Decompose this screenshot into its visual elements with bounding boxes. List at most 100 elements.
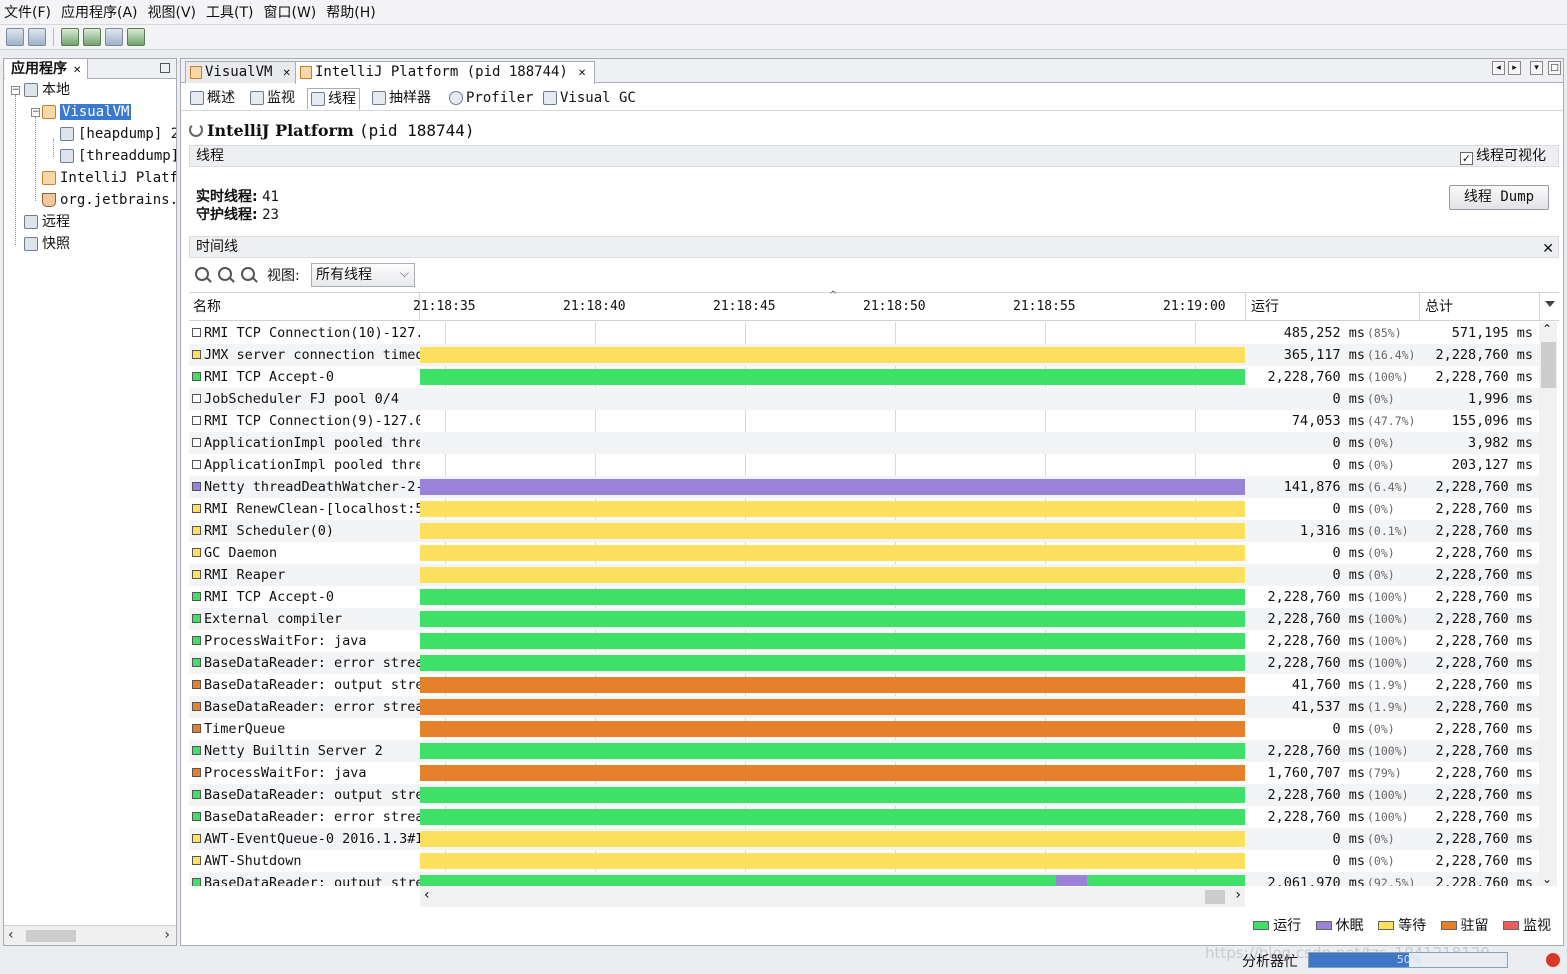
column-header-name[interactable]: 名称 — [189, 293, 221, 321]
scroll-tabs-left-icon[interactable]: ◂ — [1492, 61, 1505, 75]
table-row[interactable]: Netty Builtin Server 2 2,228,760 ms (100%)… — [189, 740, 1539, 762]
menu-file[interactable]: 文件(F) — [0, 2, 55, 22]
horizontal-scrollbar[interactable]: ‹ › — [4, 925, 176, 945]
tab-sampler[interactable]: 抽样器 — [369, 88, 434, 110]
save-icon[interactable] — [28, 28, 46, 46]
show-opened-documents-icon[interactable]: ▾ — [1530, 61, 1543, 75]
tree-node-jetbrains[interactable]: org.jetbrains.jps — [42, 190, 176, 210]
scrollbar-thumb[interactable] — [1205, 890, 1225, 904]
scrollbar-thumb[interactable] — [1541, 342, 1556, 388]
scroll-down-icon[interactable]: ⌄ — [1542, 872, 1552, 886]
add-application-snapshot-icon[interactable] — [127, 28, 145, 46]
scroll-right-icon[interactable]: › — [164, 927, 170, 943]
menu-tools[interactable]: 工具(T) — [202, 2, 257, 22]
table-row[interactable]: BaseDataReader: error stream 41,537 ms (1.… — [189, 696, 1539, 718]
tab-visualvm[interactable]: VisualVM ✕ — [185, 61, 300, 83]
table-row[interactable]: RMI Scheduler(0) 1,316 ms (0.1%) 2,228,760 … — [189, 520, 1539, 542]
menu-help[interactable]: 帮助(H) — [322, 2, 379, 22]
total-time: 2,228,760 ms — [1435, 721, 1533, 737]
scroll-left-icon[interactable]: ‹ — [8, 927, 14, 943]
table-row[interactable]: BaseDataReader: error stream 2,228,760 ms… — [189, 652, 1539, 674]
table-row[interactable]: RMI TCP Accept-0 2,228,760 ms (100%) 2,228,… — [189, 586, 1539, 608]
tree-node-snapshots[interactable]: 快照 — [24, 234, 70, 254]
expand-toggle[interactable]: − — [11, 86, 20, 95]
tree-node-heapdump[interactable]: [heapdump] 2 — [60, 124, 176, 144]
tab-overview[interactable]: 概述 — [187, 88, 238, 110]
table-row[interactable]: AWT-EventQueue-0 2016.1.3#IU 0 ms (0%) 2,22… — [189, 828, 1539, 850]
column-divider[interactable] — [1245, 293, 1246, 321]
table-row[interactable]: RMI Reaper 0 ms (0%) 2,228,760 ms — [189, 564, 1539, 586]
table-row[interactable]: RMI TCP Connection(9)-127.0.0.1 74,053 ms… — [189, 410, 1539, 432]
scrollbar-thumb[interactable] — [26, 930, 76, 942]
table-row[interactable]: ApplicationImpl pooled thread 0 ms (0%) 3,9… — [189, 432, 1539, 454]
table-row[interactable]: RMI TCP Accept-0 2,228,760 ms (100%) 2,228,… — [189, 366, 1539, 388]
thread-dump-button[interactable]: 线程 Dump — [1449, 185, 1549, 210]
close-icon[interactable]: ✕ — [578, 68, 586, 79]
table-row[interactable]: BaseDataReader: output stream 2,061,970 m… — [189, 872, 1539, 886]
table-row[interactable]: ProcessWaitFor: java 1,760,707 ms (79%) 2,2… — [189, 762, 1539, 784]
thread-name-cell: RMI TCP Accept-0 — [189, 586, 420, 608]
scroll-left-icon[interactable]: ‹ — [424, 887, 430, 903]
table-row[interactable]: RMI RenewClean-[localhost:5 0 ms (0%) 2,228… — [189, 498, 1539, 520]
tab-visual-gc[interactable]: Visual GC — [540, 88, 639, 110]
thread-visualization-checkbox[interactable]: ✓ 线程可视化 — [1460, 148, 1546, 165]
table-row[interactable]: JobScheduler FJ pool 0/4 0 ms (0%) 1,996 ms — [189, 388, 1539, 410]
column-menu-icon[interactable] — [1545, 301, 1555, 307]
table-row[interactable]: ProcessWaitFor: java 2,228,760 ms (100%) 2,… — [189, 630, 1539, 652]
tree-node-remote[interactable]: 远程 — [24, 212, 70, 232]
table-row[interactable]: JMX server connection timeout 365,117 ms(… — [189, 344, 1539, 366]
checkbox-checked-icon[interactable]: ✓ — [1460, 152, 1473, 165]
zoom-in-icon[interactable] — [195, 267, 209, 281]
open-snapshot-icon[interactable] — [6, 28, 24, 46]
scroll-tabs-right-icon[interactable]: ▸ — [1508, 61, 1521, 75]
menu-application[interactable]: 应用程序(A) — [57, 2, 142, 22]
tree-node-visualvm[interactable]: VisualVM — [42, 102, 132, 122]
thread-state-bar — [420, 633, 1245, 649]
running-time: 0 ms — [1332, 853, 1365, 869]
tab-intellij[interactable]: IntelliJ Platform (pid 188744) ✕ — [295, 61, 596, 84]
close-icon[interactable]: ✕ — [1542, 239, 1554, 259]
table-row[interactable]: BaseDataReader: output stream 41,760 ms (1… — [189, 674, 1539, 696]
running-percent: (0%) — [1367, 568, 1395, 582]
table-row[interactable]: GC Daemon 0 ms (0%) 2,228,760 ms — [189, 542, 1539, 564]
add-jmx-connection-icon[interactable] — [61, 28, 79, 46]
table-row[interactable]: ApplicationImpl pooled thread 0 ms (0%) 203… — [189, 454, 1539, 476]
timeline-horizontal-scrollbar[interactable]: ‹ › — [420, 887, 1245, 907]
menu-view[interactable]: 视图(V) — [144, 2, 201, 22]
stop-icon[interactable] — [1546, 953, 1560, 967]
table-row[interactable]: TimerQueue 0 ms (0%) 2,228,760 ms — [189, 718, 1539, 740]
table-row[interactable]: RMI TCP Connection(10)-127.0.0.1 485,252 … — [189, 322, 1539, 344]
close-icon[interactable]: ✕ — [282, 68, 290, 79]
view-select[interactable]: 所有线程 — [311, 262, 415, 287]
table-row[interactable]: External compiler 2,228,760 ms (100%) 2,228… — [189, 608, 1539, 630]
column-header-total[interactable]: 总计 — [1421, 293, 1453, 321]
applications-tab[interactable]: 应用程序 ✕ — [5, 59, 89, 79]
tree-node-threaddump[interactable]: [threaddump] — [60, 146, 176, 166]
add-remote-host-icon[interactable] — [83, 28, 101, 46]
tree-node-local[interactable]: 本地 — [24, 80, 70, 100]
tree-connector — [15, 95, 16, 245]
add-vm-coredump-icon[interactable] — [105, 28, 123, 46]
scroll-up-icon[interactable]: ⌃ — [1542, 322, 1552, 336]
zoom-fit-icon[interactable] — [241, 267, 255, 281]
column-header-running[interactable]: 运行 — [1247, 293, 1279, 321]
menu-window[interactable]: 窗口(W) — [260, 2, 321, 22]
tree-node-intellij[interactable]: IntelliJ Platform — [42, 168, 176, 188]
scroll-right-icon[interactable]: › — [1235, 887, 1241, 903]
tab-profiler[interactable]: Profiler — [446, 88, 536, 110]
table-row[interactable]: BaseDataReader: error stream 2,228,760 ms… — [189, 806, 1539, 828]
column-divider[interactable] — [1419, 293, 1420, 321]
zoom-out-icon[interactable] — [218, 267, 232, 281]
close-icon[interactable]: ✕ — [73, 65, 81, 76]
table-row[interactable]: Netty threadDeathWatcher-2-1 141,876 ms (6… — [189, 476, 1539, 498]
tab-monitor[interactable]: 监视 — [247, 88, 298, 110]
total-time: 2,228,760 ms — [1435, 369, 1533, 385]
thread-name: BaseDataReader: error stream — [204, 809, 420, 825]
table-row[interactable]: BaseDataReader: output stream 2,228,760 m… — [189, 784, 1539, 806]
expand-toggle[interactable]: − — [31, 108, 40, 117]
vertical-scrollbar[interactable]: ⌃ ⌄ — [1539, 322, 1557, 886]
tab-threads[interactable]: 线程 — [307, 88, 360, 110]
maximize-window-icon[interactable]: □ — [1548, 61, 1561, 75]
table-row[interactable]: AWT-Shutdown 0 ms (0%) 2,228,760 ms — [189, 850, 1539, 872]
minimize-icon[interactable] — [160, 63, 170, 73]
